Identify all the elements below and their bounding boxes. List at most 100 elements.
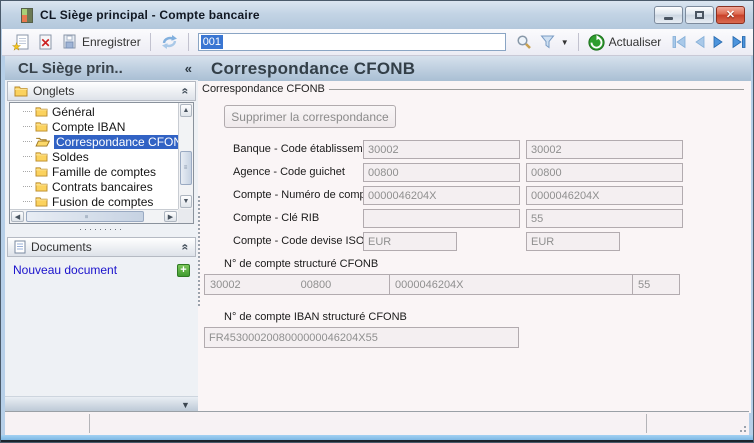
folder-icon: [35, 182, 48, 192]
structured-bank-code: 30002: [210, 278, 241, 291]
window-bottom-border: [1, 435, 753, 442]
main-header: Correspondance CFONB: [198, 56, 751, 81]
field-label: Compte - Code devise ISO :: [233, 235, 371, 247]
tree-item-famille-de-comptes[interactable]: Famille de comptes: [10, 164, 178, 179]
sidebar-splitter-handle[interactable]: ·········: [5, 225, 198, 234]
status-bar: [5, 411, 749, 435]
new-record-button[interactable]: ★: [8, 32, 33, 53]
branch-code-field-1: 00800: [363, 163, 520, 182]
iban-structured-field: FR4530002008000000046204X55: [204, 327, 519, 348]
toolbar-separator: [187, 33, 189, 51]
resize-grip[interactable]: [736, 422, 746, 432]
maximize-icon: [695, 11, 704, 19]
previous-record-icon[interactable]: [692, 35, 707, 49]
search-icon: [517, 35, 531, 49]
folder-icon: [35, 122, 48, 132]
sidebar-collapse-icon[interactable]: «: [185, 61, 192, 76]
save-button-label: Enregistrer: [82, 35, 141, 49]
scroll-thumb[interactable]: ≡: [26, 211, 144, 222]
folder-icon: [35, 152, 48, 162]
field-label: Compte - Numéro de compte: [233, 189, 375, 201]
new-document-link[interactable]: Nouveau document: [13, 263, 177, 277]
account-number-field-2: 0000046204X: [526, 186, 683, 205]
record-number-value: 001: [200, 35, 224, 49]
form-row: Compte - Numéro de compte 0000046204X 00…: [198, 186, 751, 205]
currency-code-field-1: EUR: [363, 232, 457, 251]
scroll-left-icon[interactable]: ◀: [11, 211, 24, 222]
folder-icon: [14, 86, 28, 97]
field-label: Banque - Code établissement: [233, 143, 378, 155]
refresh-icon: [588, 33, 605, 51]
documents-collapse-icon[interactable]: «: [179, 244, 193, 251]
tree-item-contrats-bancaires[interactable]: Contrats bancaires: [10, 179, 178, 194]
add-document-button[interactable]: +: [177, 263, 190, 277]
next-record-icon[interactable]: [711, 35, 726, 49]
tree-item-compte-iban[interactable]: Compte IBAN: [10, 119, 178, 134]
scrollbar-corner: [178, 209, 193, 223]
onglets-tree: Général Compte IBAN Correspondance CFONB: [9, 102, 194, 224]
reload-button[interactable]: [156, 32, 183, 52]
onglets-section-label: Onglets: [33, 84, 75, 98]
form-row: Banque - Code établissement 30002 30002: [198, 140, 751, 159]
toolbar-separator: [149, 33, 151, 51]
iban-structured-label: N° de compte IBAN structuré CFONB: [224, 311, 407, 323]
structured-account-number: 0000046204X: [390, 275, 633, 294]
tree-item-general[interactable]: Général: [10, 104, 178, 119]
refresh-button[interactable]: Actualiser: [584, 32, 666, 53]
scroll-thumb[interactable]: ≡: [180, 151, 192, 185]
last-record-icon[interactable]: [730, 35, 747, 49]
titlebar[interactable]: CL Siège principal - Compte bancaire ✕: [1, 1, 753, 29]
status-cell-divider: [646, 414, 647, 433]
tree-item-fusion-de-comptes[interactable]: Fusion de comptes: [10, 194, 178, 209]
app-icon: [21, 7, 33, 23]
open-folder-icon: [35, 137, 50, 147]
documents-section-header[interactable]: Documents «: [7, 237, 196, 257]
field-label: Agence - Code guichet: [233, 166, 345, 178]
rib-key-field-2: 55: [526, 209, 683, 228]
tree-item-correspondance-cfonb[interactable]: Correspondance CFONB: [10, 134, 178, 149]
maximize-button[interactable]: [685, 6, 714, 24]
record-navigation: [671, 35, 747, 49]
groupbox: Correspondance CFONB: [202, 83, 744, 95]
delete-correspondence-button[interactable]: Supprimer la correspondance: [224, 105, 396, 128]
structured-cfonb-field: 30002 00800 0000046204X 55: [204, 274, 680, 295]
close-button[interactable]: ✕: [716, 6, 745, 24]
scroll-up-icon[interactable]: ▲: [180, 104, 192, 117]
structured-branch-code: 00800: [300, 278, 332, 291]
account-number-field-1: 0000046204X: [363, 186, 520, 205]
reload-icon: [161, 35, 177, 49]
document-icon: [14, 240, 26, 254]
tree-vertical-scrollbar[interactable]: ▲ ≡ ▼: [178, 103, 193, 209]
onglets-collapse-icon[interactable]: «: [179, 88, 193, 95]
scroll-right-icon[interactable]: ▶: [164, 211, 177, 222]
scroll-down-icon[interactable]: ▼: [180, 195, 192, 208]
save-button[interactable]: Enregistrer: [58, 32, 145, 52]
filter-button[interactable]: ▼: [536, 33, 573, 51]
plus-icon: +: [180, 263, 187, 276]
branch-code-field-2: 00800: [526, 163, 683, 182]
main-panel: Correspondance CFONB Correspondance CFON…: [198, 56, 751, 413]
search-button[interactable]: [512, 32, 536, 52]
page-title: Correspondance CFONB: [211, 58, 416, 78]
first-record-icon[interactable]: [671, 35, 688, 49]
svg-text:✕: ✕: [41, 36, 51, 50]
bank-code-field-1: 30002: [363, 140, 520, 159]
groupbox-line: [328, 89, 744, 90]
overflow-down-icon[interactable]: ▼: [181, 400, 190, 410]
save-icon: [63, 34, 76, 49]
onglets-section-header[interactable]: Onglets «: [7, 81, 196, 101]
delete-record-button[interactable]: ✕: [33, 32, 58, 53]
field-label: Compte - Clé RIB: [233, 212, 320, 224]
tree-horizontal-scrollbar[interactable]: ◀ ≡ ▶: [10, 209, 178, 223]
close-icon: ✕: [725, 8, 736, 21]
groupbox-label: Correspondance CFONB: [202, 83, 325, 95]
tree-item-soldes[interactable]: Soldes: [10, 149, 178, 164]
record-number-input[interactable]: 001: [197, 33, 506, 51]
filter-dropdown-icon[interactable]: ▼: [561, 38, 569, 47]
toolbar-separator: [577, 33, 579, 51]
minimize-icon: [664, 16, 673, 20]
folder-icon: [35, 167, 48, 177]
folder-icon: [35, 107, 48, 117]
minimize-button[interactable]: [654, 6, 683, 24]
documents-section-label: Documents: [31, 240, 92, 254]
